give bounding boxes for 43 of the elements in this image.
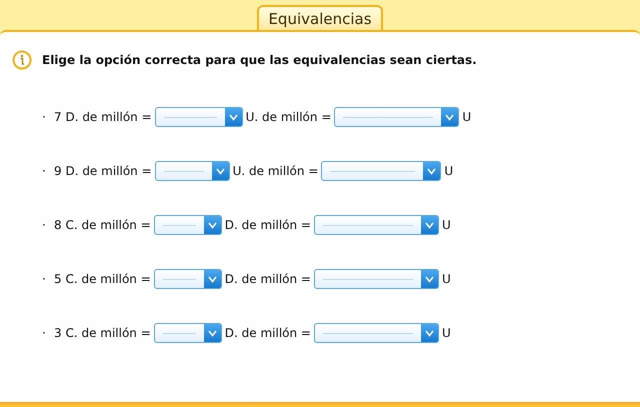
instruction-text: Elige la opción correcta para que las equivalencias sean ciertas. (42, 53, 477, 67)
caret-icon (424, 222, 434, 228)
dropdown-field[interactable] (334, 107, 460, 127)
unit-label: D. de millón = (224, 218, 311, 232)
unit-label: U (442, 218, 451, 232)
unit-label: U. de millón = (232, 164, 318, 178)
unit-label: U (442, 326, 451, 340)
equation-text: 3 C. de millón = (54, 326, 151, 340)
info-icon (12, 50, 32, 70)
bullet-mark: · (42, 164, 47, 178)
caret-icon (208, 330, 217, 336)
caret-icon (208, 222, 217, 228)
bullet-mark: · (42, 272, 47, 286)
bullet-mark: · (42, 110, 47, 124)
dropdown-field[interactable] (154, 215, 222, 235)
unit-label: D. de millón = (224, 326, 311, 340)
equation-text: 8 C. de millón = (54, 218, 151, 232)
dropdown-field[interactable] (314, 269, 439, 289)
dropdown-field[interactable] (314, 215, 439, 235)
bullet-mark: · (42, 326, 47, 340)
equation-text: 5 C. de millón = (54, 272, 151, 286)
unit-label: U (462, 110, 472, 124)
caret-icon (424, 276, 434, 282)
unit-label: U (444, 164, 454, 178)
caret-icon (216, 168, 225, 174)
caret-icon (208, 276, 217, 282)
dropdown-field[interactable] (154, 161, 230, 181)
dropdown-field[interactable] (154, 269, 222, 289)
equation-text: 7 D. de millón = (54, 110, 152, 124)
equation-text: 9 D. de millón = (54, 164, 152, 178)
unit-label: D. de millón = (224, 272, 311, 286)
tab[interactable]: Equivalencias (257, 5, 383, 30)
unit-label: U (442, 272, 451, 286)
bullet-mark: · (42, 218, 47, 232)
unit-label: U. de millón = (246, 110, 332, 124)
caret-icon (427, 168, 436, 174)
caret-icon (424, 330, 434, 336)
dropdown-field[interactable] (154, 323, 222, 343)
dropdown-field[interactable] (314, 323, 439, 343)
caret-icon (228, 114, 238, 120)
caret-icon (445, 114, 454, 120)
dropdown-field[interactable] (321, 161, 442, 181)
dropdown-field[interactable] (154, 107, 243, 127)
